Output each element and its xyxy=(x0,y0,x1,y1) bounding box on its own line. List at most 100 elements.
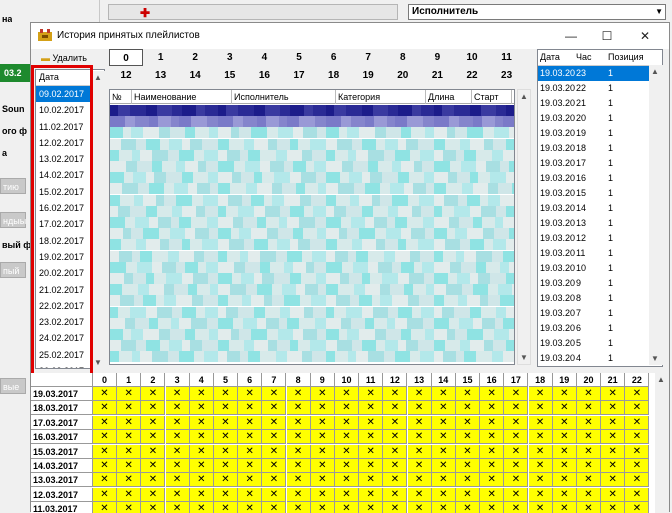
grid-cell[interactable]: ✕ xyxy=(528,401,553,416)
table-row[interactable] xyxy=(110,105,514,116)
grid-cell[interactable]: ✕ xyxy=(93,415,117,430)
column-selector[interactable]: Исполнитель ▼ xyxy=(408,4,666,20)
grid-cell[interactable]: ✕ xyxy=(383,459,408,473)
grid-cell[interactable]: ✕ xyxy=(189,387,214,401)
grid-cell[interactable]: ✕ xyxy=(117,401,142,416)
table-row[interactable] xyxy=(110,284,514,296)
hour-history-scrollbar[interactable]: ▲ ▼ xyxy=(649,65,663,365)
grid-cell[interactable]: ✕ xyxy=(504,415,529,430)
grid-cell[interactable]: ✕ xyxy=(165,487,190,502)
grid-date-label[interactable]: 17.03.2017 xyxy=(31,415,93,430)
grid-cell[interactable]: ✕ xyxy=(141,502,166,513)
hour-history-row[interactable]: 19.03.20 22 1 xyxy=(538,81,662,96)
grid-cell[interactable]: ✕ xyxy=(552,401,577,416)
grid-cell[interactable]: ✕ xyxy=(383,387,408,401)
hour-button[interactable]: 10 xyxy=(455,49,489,66)
grid-cell[interactable]: ✕ xyxy=(577,502,601,513)
table-row[interactable] xyxy=(110,138,514,150)
hour-button[interactable]: 4 xyxy=(247,49,281,66)
grid-cell[interactable]: ✕ xyxy=(625,502,650,513)
grid-cell[interactable]: ✕ xyxy=(577,430,601,445)
grid-cell[interactable]: ✕ xyxy=(310,459,335,473)
grid-cell[interactable]: ✕ xyxy=(431,502,456,513)
hour-button[interactable]: 14 xyxy=(178,67,212,84)
grid-cell[interactable]: ✕ xyxy=(189,459,214,473)
hour-button[interactable]: 12 xyxy=(109,67,143,84)
grid-cell[interactable]: ✕ xyxy=(335,415,359,430)
grid-cell[interactable]: ✕ xyxy=(286,415,311,430)
grid-cell[interactable]: ✕ xyxy=(456,387,480,401)
hour-history-row[interactable]: 19.03.20 4 1 xyxy=(538,351,662,366)
grid-cell[interactable]: ✕ xyxy=(189,487,214,502)
grid-cell[interactable]: ✕ xyxy=(335,444,359,459)
grid-cell[interactable]: ✕ xyxy=(625,444,650,459)
grid-cell[interactable]: ✕ xyxy=(262,401,287,416)
grid-cell[interactable]: ✕ xyxy=(528,415,553,430)
hour-history-row[interactable]: 19.03.20 5 1 xyxy=(538,336,662,351)
grid-cell[interactable]: ✕ xyxy=(407,387,432,401)
hour-history-row[interactable]: 19.03.20 12 1 xyxy=(538,231,662,246)
minimize-button[interactable]: — xyxy=(553,23,589,49)
grid-cell[interactable]: ✕ xyxy=(93,473,117,488)
hour-history-row[interactable]: 19.03.20 17 1 xyxy=(538,156,662,171)
grid-cell[interactable]: ✕ xyxy=(93,387,117,401)
grid-cell[interactable]: ✕ xyxy=(93,502,117,513)
grid-cell[interactable]: ✕ xyxy=(93,459,117,473)
grid-cell[interactable]: ✕ xyxy=(480,387,505,401)
grid-cell[interactable]: ✕ xyxy=(165,473,190,488)
grid-date-label[interactable]: 14.03.2017 xyxy=(31,459,93,473)
grid-date-label[interactable]: 18.03.2017 xyxy=(31,401,93,416)
grid-cell[interactable]: ✕ xyxy=(504,502,529,513)
grid-cell[interactable]: ✕ xyxy=(431,444,456,459)
table-row[interactable] xyxy=(110,261,514,273)
grid-cell[interactable]: ✕ xyxy=(504,473,529,488)
hour-button[interactable]: 6 xyxy=(317,49,351,66)
table-row[interactable] xyxy=(110,116,514,128)
scroll-up-icon[interactable]: ▲ xyxy=(657,375,665,384)
hour-button[interactable]: 5 xyxy=(282,49,316,66)
scroll-up-icon[interactable]: ▲ xyxy=(94,73,102,82)
grid-cell[interactable]: ✕ xyxy=(504,387,529,401)
grid-cell[interactable]: ✕ xyxy=(335,502,359,513)
grid-cell[interactable]: ✕ xyxy=(552,459,577,473)
grid-cell[interactable]: ✕ xyxy=(456,430,480,445)
grid-cell[interactable]: ✕ xyxy=(93,401,117,416)
grid-cell[interactable]: ✕ xyxy=(335,401,359,416)
grid-cell[interactable]: ✕ xyxy=(577,487,601,502)
grid-cell[interactable]: ✕ xyxy=(383,473,408,488)
grid-cell[interactable]: ✕ xyxy=(359,459,384,473)
hour-history-row[interactable]: 19.03.20 7 1 xyxy=(538,306,662,321)
grid-cell[interactable]: ✕ xyxy=(238,415,263,430)
playlist-table[interactable]: № Наименование Исполнитель Категория Длина Ст… xyxy=(109,89,515,365)
grid-cell[interactable]: ✕ xyxy=(335,473,359,488)
grid-cell[interactable]: ✕ xyxy=(601,502,626,513)
grid-cell[interactable]: ✕ xyxy=(601,415,626,430)
grid-cell[interactable]: ✕ xyxy=(238,487,263,502)
table-row[interactable] xyxy=(110,217,514,228)
coverage-scrollbar[interactable]: ▲ xyxy=(655,373,669,513)
grid-cell[interactable]: ✕ xyxy=(528,387,553,401)
grid-cell[interactable]: ✕ xyxy=(189,444,214,459)
grid-cell[interactable]: ✕ xyxy=(310,473,335,488)
grid-cell[interactable]: ✕ xyxy=(238,473,263,488)
grid-cell[interactable]: ✕ xyxy=(141,487,166,502)
grid-cell[interactable]: ✕ xyxy=(625,473,650,488)
grid-cell[interactable]: ✕ xyxy=(359,473,384,488)
scroll-down-icon[interactable]: ▼ xyxy=(651,354,659,363)
grid-cell[interactable]: ✕ xyxy=(359,387,384,401)
grid-cell[interactable]: ✕ xyxy=(383,430,408,445)
hour-button[interactable]: 1 xyxy=(144,49,178,66)
grid-cell[interactable]: ✕ xyxy=(601,444,626,459)
grid-cell[interactable]: ✕ xyxy=(214,401,238,416)
grid-cell[interactable]: ✕ xyxy=(359,487,384,502)
grid-cell[interactable]: ✕ xyxy=(431,459,456,473)
grid-cell[interactable]: ✕ xyxy=(238,387,263,401)
grid-cell[interactable]: ✕ xyxy=(552,387,577,401)
grid-cell[interactable]: ✕ xyxy=(383,401,408,416)
grid-cell[interactable]: ✕ xyxy=(528,502,553,513)
grid-cell[interactable]: ✕ xyxy=(407,401,432,416)
table-row[interactable] xyxy=(110,172,514,184)
grid-cell[interactable]: ✕ xyxy=(141,473,166,488)
grid-cell[interactable]: ✕ xyxy=(504,430,529,445)
scroll-up-icon[interactable]: ▲ xyxy=(520,92,528,101)
